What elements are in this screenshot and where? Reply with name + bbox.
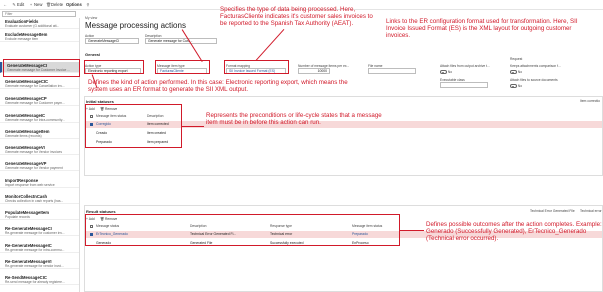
new-label: New	[34, 2, 43, 7]
annotation-format-mapping: Links to the ER configuration format use…	[386, 18, 578, 40]
new-button[interactable]: + New	[29, 2, 43, 8]
attach-toggle-wrap[interactable]: No	[440, 70, 452, 74]
sidebar-item-desc: Generate message for Customer paym...	[5, 101, 65, 105]
sidebar-item[interactable]: Re-GenerateMessageVI Re-generate message …	[0, 258, 79, 269]
delete-label: Delete	[51, 2, 64, 7]
sidebar-item-desc: Import response from web service	[5, 183, 55, 187]
edit-button[interactable]: ✎ Edit	[12, 2, 24, 8]
connector-line	[255, 29, 285, 62]
sidebar-item[interactable]: MonitorCollectnCash Checks collection in …	[0, 193, 79, 204]
back-button[interactable]: ←	[3, 2, 7, 8]
highlight-action-type	[84, 60, 144, 74]
sidebar-item-desc: Re-generate message for vendor invoi...	[5, 264, 64, 268]
num-items-field[interactable]: 10000	[298, 68, 330, 74]
general-section-header[interactable]: General	[85, 52, 100, 57]
keep-toggle[interactable]	[510, 70, 517, 74]
highlight-selected-action	[3, 59, 80, 77]
sidebar-item[interactable]: ExcludeMessageItem Exclude message item	[0, 31, 79, 42]
connector-line	[182, 126, 204, 128]
sidebar-item[interactable]: GenerateMessageCP Generate message for Cu…	[0, 95, 79, 106]
connector-line	[400, 230, 424, 232]
file-name-field[interactable]	[368, 68, 416, 74]
page-title: Message processing actions	[85, 21, 186, 30]
item-correction-label: Item correctio	[580, 99, 600, 103]
sidebar-item-desc: Checks collection in cash reports (has..…	[5, 199, 64, 203]
sidebar-item[interactable]: GenerateMessageItem Generate items (recor…	[0, 128, 79, 139]
description-field[interactable]: Generate message for Cust...	[145, 38, 217, 44]
back-arrow-icon: ←	[3, 2, 7, 7]
attach-toggle[interactable]	[440, 70, 447, 74]
attach-label: Attach files from output archive t...	[440, 64, 490, 68]
breadcrumb[interactable]: My view	[85, 16, 97, 20]
sidebar-item[interactable]: EvaluationFields Evaluate customer (G add…	[0, 18, 79, 29]
pencil-icon: ✎	[12, 2, 16, 7]
keep-label: Keeps attachments comparison f...	[510, 64, 561, 68]
sidebar-item-desc: Exclude message item	[5, 37, 39, 41]
keep-toggle-wrap[interactable]: No	[510, 70, 522, 74]
sidebar-item-desc: Generate items (records)	[5, 134, 42, 138]
highlight-initial-statuses	[85, 104, 182, 148]
sidebar-item[interactable]: GenerateMessageCIC Generate message for C…	[0, 78, 79, 89]
sidebar-item[interactable]: GenerateMessageIC Generate message for In…	[0, 112, 79, 123]
sidebar-item-desc: Populate records	[5, 215, 30, 219]
sidebar-item-desc: Re-generate message for intra-commu...	[5, 248, 65, 252]
keep-value: No	[517, 70, 523, 74]
options-tab[interactable]: Options	[66, 2, 82, 8]
sidebar-item-desc: Generate message for Vendor payment	[5, 166, 63, 170]
sidebar-item[interactable]: GenerateMessageVI Generate message for Ve…	[0, 144, 79, 155]
highlight-format-mapping	[224, 60, 289, 74]
executable-class-field[interactable]	[440, 82, 488, 88]
sidebar-item-desc: Generate message for Vendor invoices	[5, 150, 62, 154]
sidebar-item[interactable]: Re-GenerateMessageIC Re-generate message …	[0, 242, 79, 253]
sidebar-item-desc: Generate message for Cancellation inv...	[5, 84, 65, 88]
annotation-action-type: Defines the kind of action performed. In…	[88, 79, 348, 94]
sidebar-item[interactable]: Re-SendMessageCIC Re-send message for alr…	[0, 274, 79, 285]
search-button[interactable]: ⚲	[86, 2, 90, 8]
options-label: Options	[66, 2, 82, 7]
sidebar-item[interactable]: ImportResponse Import response from web s…	[0, 177, 79, 188]
attach-value: No	[447, 70, 453, 74]
attach-source-toggle[interactable]	[510, 84, 517, 88]
sidebar-item-desc: Re-send message for already registere...	[5, 280, 65, 284]
action-field[interactable]: GenerateMessageCI	[85, 38, 139, 44]
annotation-message-item-type: Specifies the type of data being process…	[220, 6, 373, 28]
sidebar-filter-input[interactable]	[3, 12, 63, 16]
connector-line	[181, 29, 203, 63]
sidebar-item[interactable]: GenerateMessageVP Generate message for Ve…	[0, 160, 79, 171]
attach-source-toggle-wrap[interactable]: No	[510, 84, 522, 88]
attach-source-value: No	[517, 84, 523, 88]
extra-col-1: Technical Error Generated File	[530, 209, 575, 213]
plus-icon: +	[29, 2, 33, 7]
annotation-initial-statuses: Represents the preconditions or life-cyc…	[206, 112, 382, 127]
attach-source-label: Attach files to source documents	[510, 78, 558, 82]
edit-label: Edit	[17, 2, 25, 7]
search-icon: ⚲	[86, 2, 90, 7]
delete-button[interactable]: 🗑 Delete	[46, 2, 63, 8]
sidebar-item-desc: Evaluate customer (G additional att...	[5, 24, 60, 28]
highlight-result-statuses	[85, 214, 400, 246]
extra-col-2: Technical error	[580, 209, 602, 213]
sidebar-item-desc: Re-generate message for customer inv...	[5, 231, 65, 235]
sidebar-filter[interactable]	[2, 11, 76, 17]
trash-icon: 🗑	[46, 2, 52, 7]
annotation-result-statuses: Defines possible outcomes after the acti…	[426, 221, 602, 243]
sidebar-item[interactable]: PopulateMessageItem Populate records	[0, 209, 79, 220]
request-label: Request	[510, 57, 523, 61]
sidebar-item[interactable]: Re-GenerateMessageCI Re-generate message …	[0, 225, 79, 236]
sidebar-item-desc: Generate message for Intra-community...	[5, 118, 65, 122]
